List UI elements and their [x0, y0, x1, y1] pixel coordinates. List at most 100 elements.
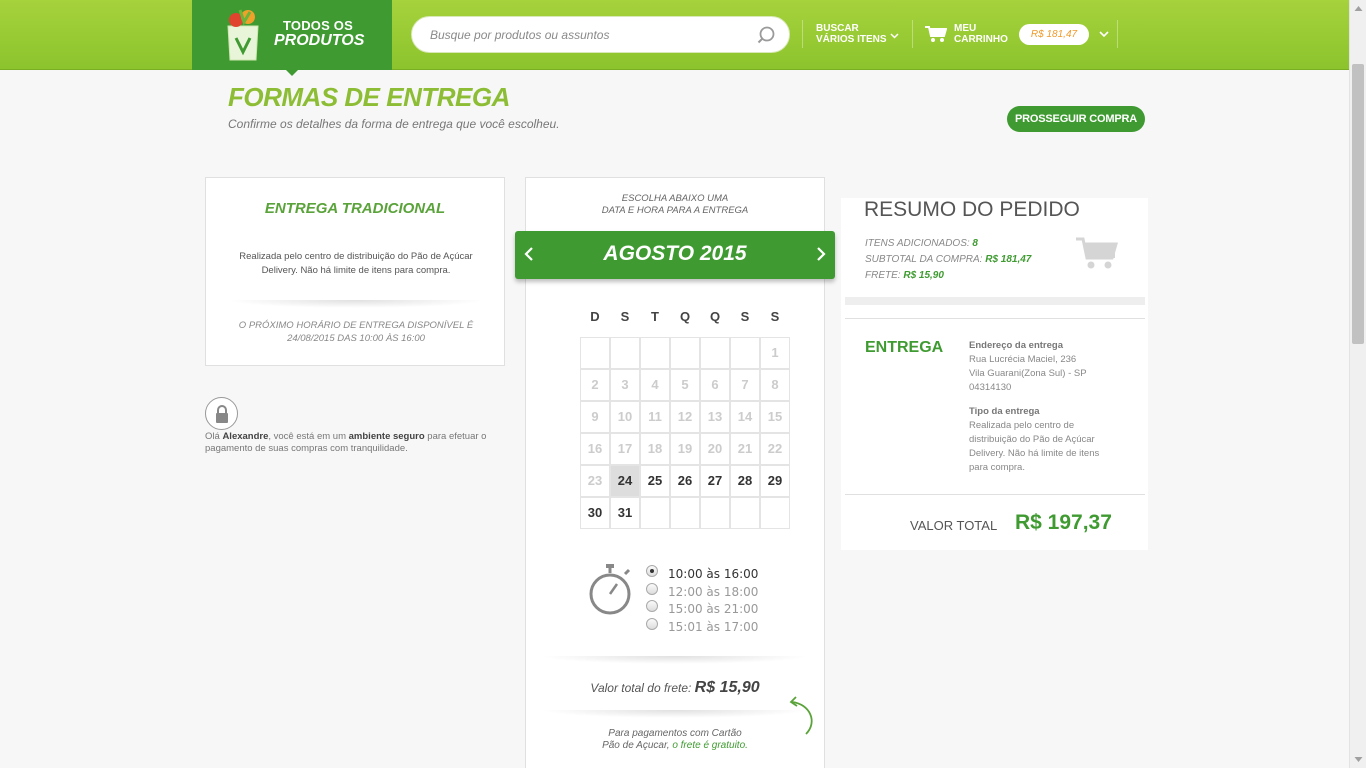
freight-line: FRETE: R$ 15,90	[865, 270, 944, 281]
empty-day-cell	[640, 497, 670, 529]
empty-day-cell	[610, 337, 640, 369]
subtotal: SUBTOTAL DA COMPRA: R$ 181,47	[865, 254, 1031, 265]
delivery-option-card[interactable]: ENTREGA TRADICIONAL Realizada pelo centr…	[205, 177, 505, 366]
empty-day-cell	[700, 497, 730, 529]
day-cell[interactable]: 25	[640, 465, 670, 497]
divider	[845, 494, 1145, 495]
header-divider	[802, 20, 803, 48]
summary-divider-bar	[845, 297, 1145, 305]
page-title: FORMAS DE ENTREGA	[228, 82, 510, 112]
month-header: AGOSTO 2015	[515, 231, 835, 279]
day-cell[interactable]: 27	[700, 465, 730, 497]
header-divider	[912, 20, 913, 48]
search-multi-line2: VÁRIOS ITENS	[816, 34, 887, 45]
search-multi-line1: BUSCAR	[816, 23, 859, 34]
type-line4: para compra.	[969, 462, 1025, 473]
weekday-label: T	[651, 309, 659, 324]
search-icon[interactable]	[757, 26, 775, 44]
promo-line2: Pão de Açucar, o frete é gratuito.	[525, 740, 825, 752]
day-cell-disabled: 8	[760, 369, 790, 401]
weekday-label: Q	[709, 309, 721, 324]
time-slot-radio[interactable]	[646, 582, 658, 595]
page-subtitle: Confirme os detalhes da forma de entrega…	[228, 117, 560, 131]
user-name: Alexandre	[222, 431, 269, 442]
secure-prefix: Olá	[205, 431, 223, 442]
day-cell-disabled: 15	[760, 401, 790, 433]
address-title: Endereço da entrega	[969, 340, 1063, 351]
empty-day-cell	[730, 337, 760, 369]
search-input[interactable]	[430, 25, 750, 45]
day-cell-disabled: 22	[760, 433, 790, 465]
proceed-purchase-button[interactable]: PROSSEGUIR COMPRA	[1007, 106, 1145, 132]
time-slot-label: 15:00 às 21:00	[668, 602, 759, 616]
delivery-type: Tipo da entrega Realizada pelo centro de…	[969, 405, 1099, 475]
day-cell-disabled: 23	[580, 465, 610, 497]
address-line3: 04314130	[969, 382, 1012, 393]
my-cart-link[interactable]: MEU CARRINHO	[954, 23, 1008, 45]
type-line1: Realizada pelo centro de	[969, 420, 1075, 431]
time-slot-radio[interactable]	[646, 617, 658, 630]
promo-free-freight: o frete é gratuito.	[672, 740, 748, 751]
scrollbar[interactable]	[1349, 0, 1366, 768]
chevron-down-icon[interactable]	[890, 33, 899, 39]
freight-total: Valor total do frete: R$ 15,90	[525, 679, 825, 697]
delivery-option-description: Realizada pelo centro de distribuição do…	[239, 251, 473, 276]
day-cell[interactable]: 29	[760, 465, 790, 497]
day-cell-disabled: 2	[580, 369, 610, 401]
empty-day-cell	[670, 337, 700, 369]
time-slot-radio[interactable]	[646, 565, 658, 577]
day-cell-disabled: 13	[700, 401, 730, 433]
day-cell-disabled: 5	[670, 369, 700, 401]
chevron-down-icon[interactable]	[1099, 30, 1109, 38]
header-divider	[1117, 20, 1118, 48]
order-summary-title: RESUMO DO PEDIDO	[864, 198, 1080, 221]
weekday-label: Q	[679, 309, 691, 324]
day-cell-selected[interactable]: 24	[610, 465, 640, 497]
day-cell-disabled: 20	[700, 433, 730, 465]
day-cell-disabled: 4	[640, 369, 670, 401]
empty-day-cell	[580, 337, 610, 369]
address-line1: Rua Lucrécia Maciel, 236	[969, 354, 1077, 365]
day-cell[interactable]: 31	[610, 497, 640, 529]
divider	[540, 656, 810, 664]
lock-badge	[205, 397, 238, 430]
subtotal-label: SUBTOTAL DA COMPRA:	[865, 254, 986, 265]
divider	[845, 318, 1145, 319]
day-cell-disabled: 14	[730, 401, 760, 433]
subtotal-value: R$ 181,47	[985, 254, 1032, 265]
scroll-down-arrow-icon[interactable]	[1350, 751, 1366, 768]
search-multiple-items-link[interactable]: BUSCAR VÁRIOS ITENS	[816, 23, 887, 45]
day-cell-disabled: 17	[610, 433, 640, 465]
day-cell[interactable]: 26	[670, 465, 700, 497]
shopping-bag-icon	[227, 9, 259, 61]
weekday-label: S	[770, 309, 780, 324]
day-cell[interactable]: 30	[580, 497, 610, 529]
stopwatch-icon	[589, 564, 631, 615]
delivery-title: ENTREGA	[865, 339, 944, 356]
scroll-up-arrow-icon[interactable]	[1350, 0, 1366, 17]
day-cell-disabled: 3	[610, 369, 640, 401]
day-cell-disabled: 1	[760, 337, 790, 369]
divider	[226, 300, 486, 308]
empty-day-cell	[700, 337, 730, 369]
day-cell-disabled: 10	[610, 401, 640, 433]
time-slot-label: 12:00 às 18:00	[668, 584, 759, 599]
day-cell-disabled: 16	[580, 433, 610, 465]
day-cell-disabled: 7	[730, 369, 760, 401]
time-slot-radio[interactable]	[646, 600, 658, 612]
type-title: Tipo da entrega	[969, 406, 1040, 417]
promo-line2-prefix: Pão de Açucar,	[602, 740, 673, 751]
day-cell[interactable]: 28	[730, 465, 760, 497]
cart-total-badge[interactable]: R$ 181,47	[1019, 24, 1089, 45]
scrollbar-thumb[interactable]	[1352, 64, 1364, 344]
freight-line-label: FRETE:	[865, 270, 904, 281]
freight-label: Valor total do frete:	[590, 681, 695, 695]
time-slot-label: 10:00 às 16:00	[668, 567, 759, 581]
cart-icon[interactable]	[925, 25, 947, 43]
day-cell-disabled: 19	[670, 433, 700, 465]
total-label: VALOR TOTAL	[910, 518, 998, 533]
instruction-line1: ESCOLHA ABAIXO UMA	[621, 193, 729, 204]
day-cell-disabled: 12	[670, 401, 700, 433]
chevron-right-icon[interactable]	[813, 245, 829, 263]
month-label: AGOSTO 2015	[603, 242, 747, 265]
